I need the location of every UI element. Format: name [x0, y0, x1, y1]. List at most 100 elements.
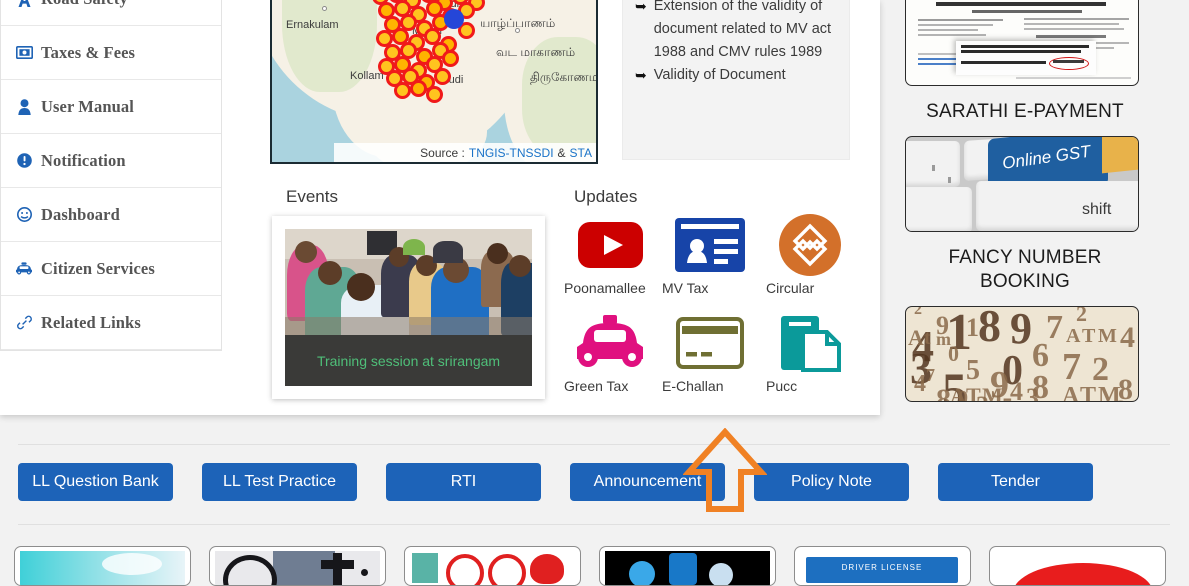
sidebar-item-taxes-and-fees[interactable]: Taxes & Fees [1, 26, 221, 80]
road-safety-icon [15, 0, 33, 8]
vehicle-registration-renewal-notice-image[interactable] [905, 0, 1139, 86]
photo-person-head [347, 273, 375, 301]
notice-callout-line [961, 45, 1089, 48]
map-location-marker[interactable] [442, 50, 459, 67]
rti-button[interactable]: RTI [386, 463, 541, 501]
service-tile-e-challan[interactable]: E-Challan [660, 312, 760, 410]
section-divider-bottom [18, 524, 1170, 525]
thumb-sky-gradient [20, 551, 185, 585]
fancy-number-glyph: 2 [914, 306, 922, 318]
map-location-marker[interactable] [410, 80, 427, 97]
thumb-sky-banner[interactable] [14, 546, 191, 586]
fancy-number-glyph: 2 [1076, 306, 1087, 326]
fancy-number-glyph: T [1080, 383, 1097, 402]
policy-note-button[interactable]: Policy Note [754, 463, 909, 501]
sidebar-item-citizen-services[interactable]: Citizen Services [1, 242, 221, 296]
thumb-no-signs-banner[interactable] [404, 546, 581, 586]
sidebar-item-label: Notification [41, 150, 126, 170]
thumb-driver-license-banner[interactable]: DRIVER LICENSE [794, 546, 971, 586]
fancy-number-glyph: 4 [1120, 321, 1135, 354]
service-tile-green-tax[interactable]: Green Tax [560, 312, 660, 410]
tender-button[interactable]: Tender [938, 463, 1093, 501]
news-item[interactable]: ➥ Extension of the validity of document r… [635, 0, 837, 64]
promo-column: SARATHI E-PAYMENT Online GST shift FANCY… [905, 0, 1145, 402]
keyboard-key [906, 141, 960, 187]
map-location-marker[interactable] [434, 68, 451, 85]
map-place-label: யாழ்ப்பாணம் [480, 16, 556, 30]
notice-text-line [918, 29, 978, 31]
notice-text-line [918, 34, 986, 36]
ll-question-bank-button[interactable]: LL Question Bank [18, 463, 173, 501]
thumb-green-sign [412, 553, 438, 583]
service-label: Pucc [766, 378, 798, 394]
map-source-link-sta[interactable]: STA [570, 146, 592, 160]
news-item-text: Extension of the validity of document re… [653, 0, 832, 60]
notice-callout-line [961, 50, 1081, 53]
thumb-image [20, 551, 185, 585]
fancy-number-collage-image[interactable]: 2418972AtmATM43050672598478ATM43035ATM83… [905, 306, 1139, 402]
map-location-marker[interactable] [394, 82, 411, 99]
service-tile-pucc[interactable]: Pucc [760, 312, 860, 410]
service-label: MV Tax [662, 280, 709, 296]
map-place-dot [322, 6, 327, 11]
announcement-button[interactable]: Announcement [570, 463, 725, 501]
thumb-no-sign [446, 554, 484, 585]
map-place-label: Kollam [350, 70, 384, 82]
map-source-separator: & [557, 145, 566, 160]
keyboard-accent-key [1102, 137, 1138, 174]
photo-person [403, 239, 425, 255]
service-label: Circular [766, 280, 815, 296]
thumb-image [215, 551, 380, 585]
online-gst-keyboard-image[interactable]: Online GST shift [905, 136, 1139, 232]
sidebar-item-label: Related Links [41, 312, 141, 332]
updates-service-grid: Poonamallee MV Tax Circular Green Tax E- [560, 214, 860, 409]
news-arrow-icon: ➥ [635, 0, 647, 14]
updates-news-ticker[interactable]: ➥HSRP PreBid Meeting-Tender➥Extension of… [622, 0, 850, 160]
section-divider-top [18, 444, 1170, 445]
events-card[interactable]: Training session at srirangam [272, 216, 545, 399]
fancy-number-glyph: M [1098, 325, 1117, 347]
notice-text-line [918, 24, 993, 26]
notice-callout-line [961, 61, 1046, 64]
service-tile-circular[interactable]: Circular [760, 214, 860, 312]
thumb-image [605, 551, 770, 585]
notice-text-line [1024, 23, 1119, 25]
thumb-blue-circle [629, 561, 655, 585]
map-place-label: Ernakulam [286, 19, 339, 31]
news-arrow-icon: ➥ [635, 67, 647, 83]
thumb-symbol [321, 560, 354, 569]
sidebar-item-user-manual[interactable]: User Manual [1, 80, 221, 134]
news-item[interactable]: ➥ Validity of Document [635, 64, 837, 87]
notice-rin-number [1053, 60, 1084, 63]
keyboard-key [906, 187, 972, 231]
sidebar-item-related-links[interactable]: Related Links [1, 296, 221, 350]
photo-person-head [318, 261, 342, 285]
thumb-red-banner[interactable] [989, 546, 1166, 586]
service-label: E-Challan [662, 378, 724, 394]
thumb-light-circle [709, 563, 733, 585]
bottom-banner-row: DRIVER LICENSE [14, 546, 1174, 586]
sidebar-item-dashboard[interactable]: Dashboard [1, 188, 221, 242]
service-tile-poonamallee[interactable]: Poonamallee [560, 214, 660, 312]
sidebar-item-notification[interactable]: Notification [1, 134, 221, 188]
tamil-nadu-location-map[interactable]: ManasseryTownCoimTamil NKeralaurDindiErn… [270, 0, 598, 164]
sidebar-item-road-safety[interactable]: Road Safety [1, 0, 221, 26]
map-location-marker[interactable] [426, 86, 443, 103]
car-icon [15, 260, 33, 278]
banknote-icon [15, 44, 33, 62]
promo-title-sarathi: SARATHI E-PAYMENT [926, 101, 1124, 122]
thumb-symbol-dot [361, 569, 368, 576]
fancy-number-glyph: 4 [914, 371, 926, 397]
map-canvas[interactable]: ManasseryTownCoimTamil NKeralaurDindiErn… [272, 0, 596, 162]
info-circle-icon [15, 152, 33, 170]
thumb-no-sign [488, 554, 526, 585]
map-place-label: வட மாகாணம் [496, 45, 576, 59]
thumb-helmet-banner[interactable] [209, 546, 386, 586]
service-tile-mv-tax[interactable]: MV Tax [660, 214, 760, 312]
fancy-number-glyph: 8 [978, 306, 1001, 351]
map-source-link-tngis[interactable]: TNGIS-TNSSDI [469, 146, 554, 160]
ll-test-practice-button[interactable]: LL Test Practice [202, 463, 357, 501]
link-icon [15, 314, 33, 332]
thumb-dark-banner[interactable] [599, 546, 776, 586]
fancy-number-glyph: 3 [976, 391, 989, 401]
